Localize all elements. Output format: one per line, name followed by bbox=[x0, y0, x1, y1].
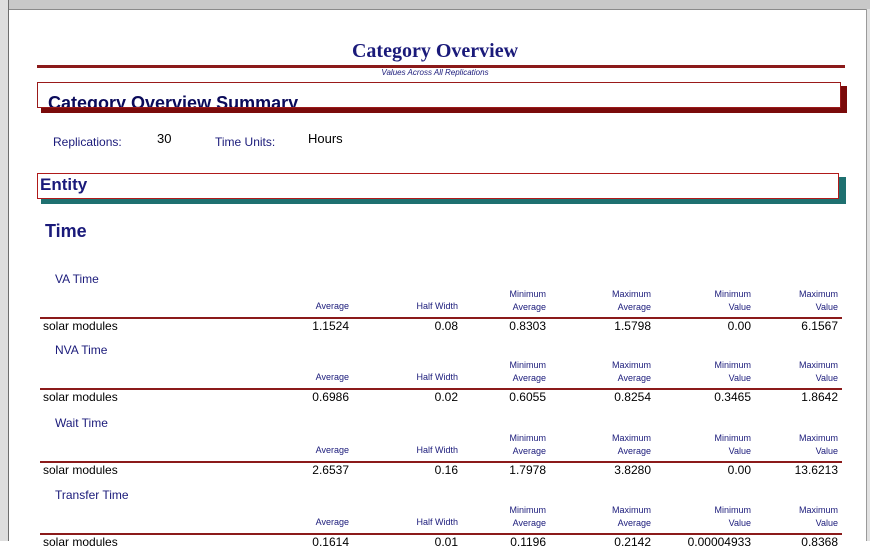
cell-average: 1.1524 bbox=[312, 319, 349, 333]
stat-title: NVA Time bbox=[55, 343, 108, 357]
column-header-minimum-average-bottom: Average bbox=[512, 518, 546, 528]
column-header-minimum-average-bottom: Average bbox=[512, 446, 546, 456]
cell-minimum-average: 0.1196 bbox=[510, 535, 546, 549]
window-right-scrollbar[interactable] bbox=[866, 9, 870, 541]
column-header-minimum-value-top: Minimum bbox=[714, 360, 751, 370]
window-top-frame bbox=[0, 0, 870, 10]
cell-maximum-average: 0.8254 bbox=[614, 390, 651, 404]
column-header-minimum-average-bottom: Average bbox=[512, 302, 546, 312]
cell-average: 2.6537 bbox=[312, 463, 349, 477]
cell-maximum-average: 0.2142 bbox=[614, 535, 651, 549]
column-header-minimum-average-top: Minimum bbox=[509, 505, 546, 515]
cell-average: 0.1614 bbox=[312, 535, 349, 549]
window-left-frame bbox=[0, 0, 9, 541]
column-header-average: Average bbox=[315, 445, 349, 455]
column-header-half-width: Half Width bbox=[416, 301, 458, 311]
column-header-average: Average bbox=[315, 301, 349, 311]
column-header-minimum-value-bottom: Value bbox=[728, 373, 751, 383]
cell-minimum-value: 0.00 bbox=[727, 319, 751, 333]
column-header-maximum-value-top: Maximum bbox=[798, 505, 838, 515]
row-label: solar modules bbox=[43, 319, 118, 333]
cell-maximum-value: 6.1567 bbox=[801, 319, 838, 333]
column-header-minimum-value-top: Minimum bbox=[714, 505, 751, 515]
column-header-minimum-average-top: Minimum bbox=[509, 289, 546, 299]
column-header-maximum-value-bottom: Value bbox=[815, 373, 838, 383]
column-header-half-width: Half Width bbox=[416, 372, 458, 382]
stat-title: Wait Time bbox=[55, 416, 108, 430]
column-header-minimum-average-bottom: Average bbox=[512, 373, 546, 383]
column-header-minimum-value-bottom: Value bbox=[728, 446, 751, 456]
column-header-half-width: Half Width bbox=[416, 445, 458, 455]
column-header-average: Average bbox=[315, 372, 349, 382]
column-header-maximum-average-bottom: Average bbox=[617, 518, 651, 528]
time-heading: Time bbox=[45, 221, 87, 241]
column-header-maximum-average-bottom: Average bbox=[617, 446, 651, 456]
cell-maximum-average: 1.5798 bbox=[614, 319, 651, 333]
cell-half-width: 0.01 bbox=[434, 535, 458, 549]
cell-maximum-value: 13.6213 bbox=[794, 463, 838, 477]
column-header-maximum-value-bottom: Value bbox=[815, 302, 838, 312]
cell-minimum-value: 0.3465 bbox=[714, 390, 751, 404]
row-label: solar modules bbox=[43, 463, 118, 477]
column-header-maximum-value-top: Maximum bbox=[798, 360, 838, 370]
column-header-minimum-average-top: Minimum bbox=[509, 433, 546, 443]
column-header-maximum-value-bottom: Value bbox=[815, 446, 838, 456]
cell-minimum-value: 0.00004933 bbox=[687, 535, 751, 549]
cell-half-width: 0.16 bbox=[434, 463, 458, 477]
cell-maximum-value: 0.8368 bbox=[801, 535, 838, 549]
column-header-maximum-value-top: Maximum bbox=[798, 433, 838, 443]
time-units-value: Hours bbox=[308, 131, 343, 146]
cell-half-width: 0.02 bbox=[434, 390, 458, 404]
row-label: solar modules bbox=[43, 390, 118, 404]
cell-minimum-average: 1.7978 bbox=[509, 463, 546, 477]
column-header-minimum-value-top: Minimum bbox=[714, 289, 751, 299]
cell-minimum-average: 0.6055 bbox=[509, 390, 546, 404]
cell-maximum-value: 1.8642 bbox=[801, 390, 838, 404]
column-header-minimum-value-bottom: Value bbox=[728, 518, 751, 528]
stat-title: VA Time bbox=[55, 272, 99, 286]
replications-value: 30 bbox=[157, 131, 172, 146]
cell-minimum-average: 0.8303 bbox=[509, 319, 546, 333]
cell-minimum-value: 0.00 bbox=[727, 463, 751, 477]
report-subtitle: Values Across All Replications bbox=[381, 68, 489, 77]
row-label: solar modules bbox=[43, 535, 118, 549]
column-header-minimum-value-top: Minimum bbox=[714, 433, 751, 443]
column-header-maximum-value-top: Maximum bbox=[798, 289, 838, 299]
column-header-maximum-average-top: Maximum bbox=[611, 360, 651, 370]
column-header-maximum-average-bottom: Average bbox=[617, 373, 651, 383]
column-header-maximum-average-top: Maximum bbox=[611, 433, 651, 443]
report-title: Category Overview bbox=[351, 40, 519, 62]
report-banner: Category Overview Summary bbox=[37, 82, 841, 108]
column-header-maximum-average-top: Maximum bbox=[611, 505, 651, 515]
banner-text: Category Overview Summary bbox=[48, 93, 299, 108]
column-header-maximum-value-bottom: Value bbox=[815, 518, 838, 528]
section-label: Entity bbox=[40, 175, 88, 194]
column-header-minimum-value-bottom: Value bbox=[728, 302, 751, 312]
cell-average: 0.6986 bbox=[312, 390, 349, 404]
column-header-average: Average bbox=[315, 517, 349, 527]
time-units-label: Time Units: bbox=[215, 135, 276, 149]
column-header-half-width: Half Width bbox=[416, 517, 458, 527]
cell-maximum-average: 3.8280 bbox=[614, 463, 651, 477]
column-header-minimum-average-top: Minimum bbox=[509, 360, 546, 370]
entity-section-header: Entity bbox=[37, 173, 839, 199]
stat-title: Transfer Time bbox=[55, 488, 129, 502]
replications-label: Replications: bbox=[53, 135, 122, 149]
column-header-maximum-average-top: Maximum bbox=[611, 289, 651, 299]
cell-half-width: 0.08 bbox=[434, 319, 458, 333]
column-header-maximum-average-bottom: Average bbox=[617, 302, 651, 312]
